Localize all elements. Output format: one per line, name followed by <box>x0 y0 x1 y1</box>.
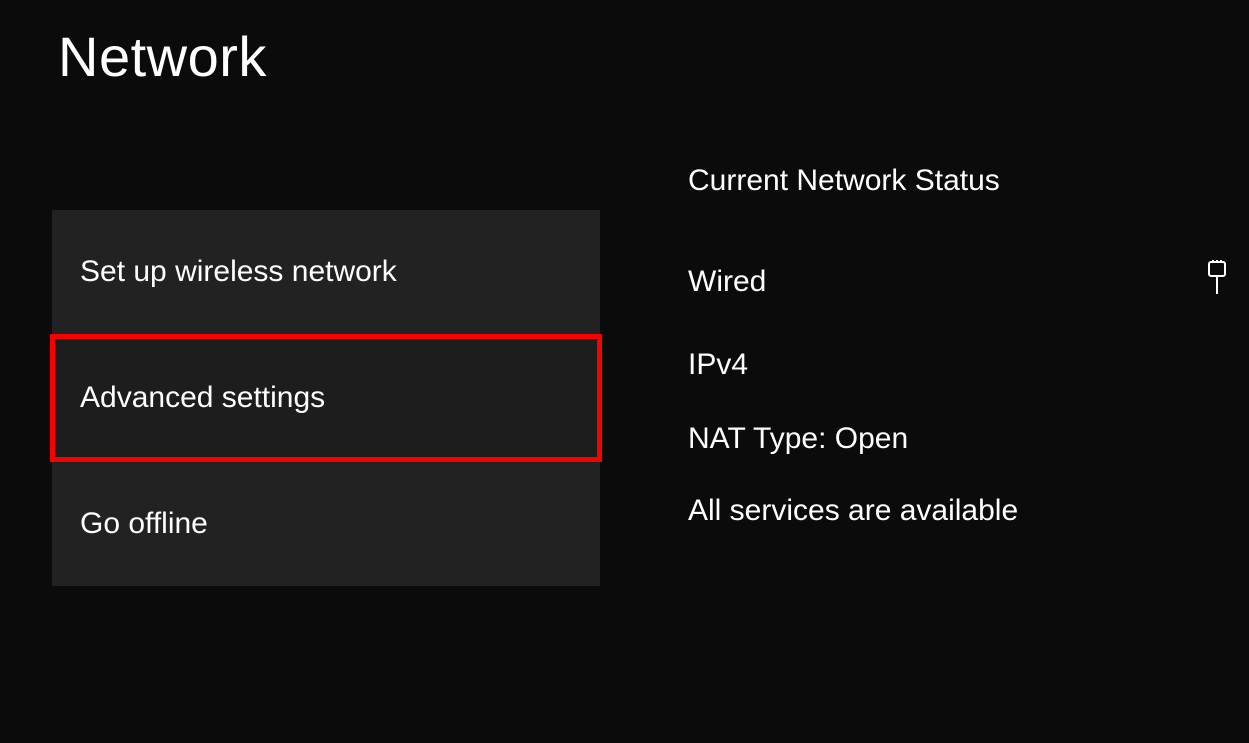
menu-item-advanced-settings[interactable]: Advanced settings <box>52 336 600 460</box>
network-status-panel: Current Network Status Wired IPv4 NAT Ty… <box>688 164 1228 528</box>
status-services: All services are available <box>688 494 1228 528</box>
menu-item-go-offline[interactable]: Go offline <box>52 462 600 586</box>
status-heading: Current Network Status <box>688 164 1228 198</box>
network-menu: Set up wireless network Advanced setting… <box>52 210 600 588</box>
menu-item-label: Advanced settings <box>80 381 325 415</box>
status-ip-version: IPv4 <box>688 348 1228 382</box>
menu-item-label: Go offline <box>80 507 208 541</box>
status-nat-type: NAT Type: Open <box>688 422 1228 456</box>
menu-item-setup-wireless[interactable]: Set up wireless network <box>52 210 600 334</box>
menu-item-label: Set up wireless network <box>80 255 397 289</box>
page-title: Network <box>58 24 267 89</box>
status-connection-type: Wired <box>688 265 766 299</box>
ethernet-icon <box>1206 260 1228 304</box>
